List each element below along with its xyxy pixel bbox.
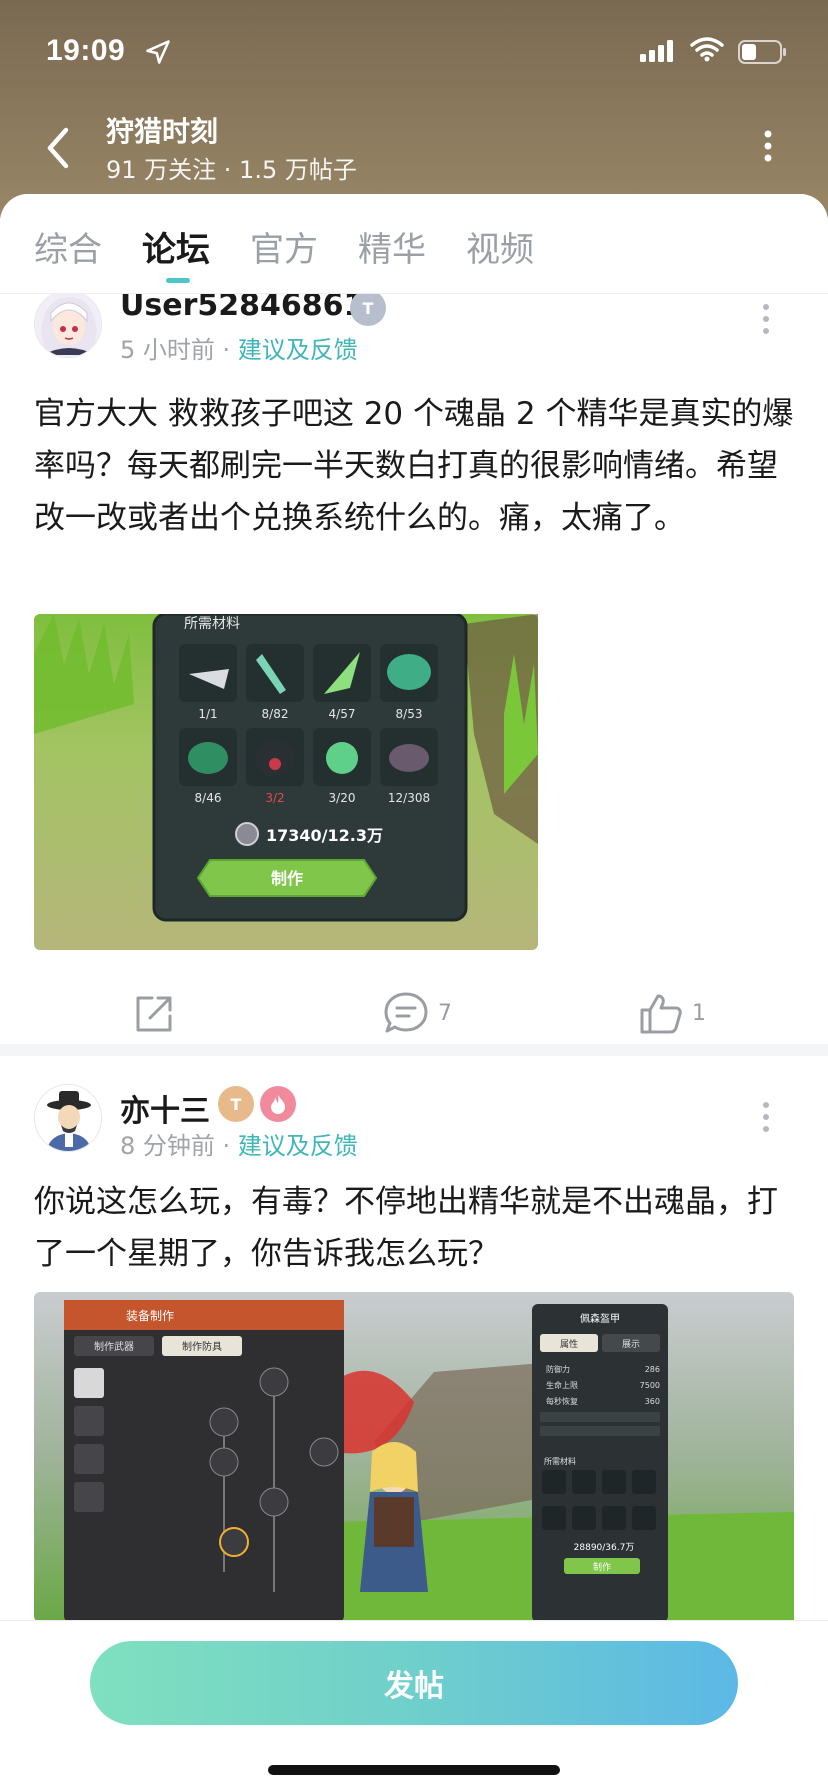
create-post-button[interactable]: 发帖 <box>90 1641 738 1725</box>
avatar[interactable] <box>34 294 102 358</box>
post-meta: 5 小时前 · 建议及反馈 <box>120 336 358 364</box>
share-button[interactable] <box>130 990 176 1036</box>
more-options-icon[interactable] <box>756 128 780 164</box>
stat-value: 286 <box>645 1365 660 1374</box>
post-content[interactable]: 官方大大 救救孩子吧这 20 个魂晶 2 个精华是真实的爆率吗？每天都刷完一半天… <box>34 388 794 544</box>
username[interactable]: 亦十三 <box>120 1086 210 1130</box>
comment-count: 7 <box>438 1000 452 1026</box>
post-actions: 7 1 <box>0 982 828 1042</box>
materials-title: 所需材料 <box>544 1456 576 1466</box>
post-image[interactable]: 所需材料 1/1 8/82 4/57 8/53 8/46 3/2 3/20 12… <box>34 614 538 950</box>
material-count: 8/53 <box>396 707 423 721</box>
material-count: 3/20 <box>329 791 356 805</box>
stat-label: 每秒恢复 <box>546 1396 578 1406</box>
image-panel-title: 所需材料 <box>184 616 240 632</box>
battery-icon <box>738 40 786 64</box>
tab-bar: 综合 论坛 官方 精华 视频 <box>0 194 828 294</box>
level-badge-icon: T <box>218 1086 254 1122</box>
tab-video[interactable]: 视频 <box>466 222 534 271</box>
post-meta: 8 分钟前 · 建议及反馈 <box>120 1132 358 1160</box>
like-count: 1 <box>692 1000 706 1026</box>
post-image[interactable]: 装备制作 制作武器 制作防具 佩森盔甲 属性 展示 防御力 286 生命上限 7… <box>34 1292 794 1622</box>
thumbs-up-icon <box>640 994 682 1034</box>
stat-label: 生命上限 <box>546 1380 578 1390</box>
post-category[interactable]: 建议及反馈 <box>238 1132 358 1160</box>
post-more-icon[interactable] <box>760 1100 772 1134</box>
post-card[interactable]: User52846861 T 5 小时前 · 建议及反馈 官方大大 救救孩子吧这… <box>0 294 828 1034</box>
location-arrow-icon <box>146 40 170 64</box>
post-time: 5 小时前 <box>120 336 215 364</box>
tab-weapon-label: 制作武器 <box>94 1340 134 1353</box>
stat-value: 7500 <box>640 1381 660 1390</box>
comment-icon <box>384 992 428 1033</box>
back-chevron-icon[interactable] <box>40 124 76 172</box>
tab-official[interactable]: 官方 <box>250 222 318 271</box>
wifi-icon <box>690 37 724 62</box>
bottom-bar: 发帖 <box>0 1620 828 1792</box>
show-tab-label: 展示 <box>622 1339 640 1350</box>
page-title: 狩猎时刻 <box>106 115 219 148</box>
material-cost: 17340/12.3万 <box>266 826 383 845</box>
status-time: 19:09 <box>46 34 126 67</box>
craft-button-label: 制作 <box>593 1561 611 1573</box>
material-count: 1/1 <box>198 707 217 721</box>
material-count: 12/308 <box>388 791 430 805</box>
content-sheet: 综合 论坛 官方 精华 视频 User52846861 T 5 小时前 · 建议… <box>0 194 828 1792</box>
post-card[interactable]: 亦十三 T 8 分钟前 · 建议及反馈 你说这怎么玩，有毒？不停地出精华就是不出… <box>0 1056 828 1718</box>
tab-featured[interactable]: 精华 <box>358 222 426 271</box>
left-panel-title: 装备制作 <box>126 1309 174 1323</box>
cellular-signal-icon <box>640 40 673 62</box>
flame-badge-icon <box>260 1086 296 1122</box>
username[interactable]: User52846861 <box>120 294 364 323</box>
material-cost: 28890/36.7万 <box>574 1543 635 1553</box>
material-count: 4/57 <box>329 707 356 721</box>
post-content[interactable]: 你说这怎么玩，有毒？不停地出精华就是不出魂晶，打了一个星期了，你告诉我怎么玩？ <box>34 1176 794 1280</box>
attr-tab-label: 属性 <box>560 1338 578 1350</box>
tab-forum[interactable]: 论坛 <box>142 222 210 271</box>
like-button[interactable]: 1 <box>638 990 706 1036</box>
level-badge-icon: T <box>350 294 386 326</box>
status-bar: 19:09 <box>0 0 828 100</box>
right-panel-title: 佩森盔甲 <box>580 1312 620 1325</box>
page-subtitle: 91 万关注 · 1.5 万帖子 <box>106 156 357 184</box>
tab-overview[interactable]: 综合 <box>34 222 102 271</box>
post-feed[interactable]: User52846861 T 5 小时前 · 建议及反馈 官方大大 救救孩子吧这… <box>0 294 828 1718</box>
home-indicator[interactable] <box>268 1765 560 1775</box>
active-tab-indicator <box>166 278 190 283</box>
material-count: 3/2 <box>265 791 284 805</box>
share-icon <box>136 996 172 1032</box>
post-time: 8 分钟前 <box>120 1132 215 1160</box>
craft-button-label: 制作 <box>271 869 303 888</box>
stat-value: 360 <box>645 1397 660 1406</box>
material-count: 8/46 <box>195 791 222 805</box>
avatar[interactable] <box>34 1084 102 1152</box>
material-count: 8/82 <box>262 707 289 721</box>
post-category[interactable]: 建议及反馈 <box>238 336 358 364</box>
post-divider <box>0 1044 828 1056</box>
post-more-icon[interactable] <box>760 302 772 336</box>
tab-armor-label: 制作防具 <box>182 1340 222 1353</box>
stat-label: 防御力 <box>546 1364 570 1374</box>
comment-button[interactable]: 7 <box>382 990 452 1036</box>
